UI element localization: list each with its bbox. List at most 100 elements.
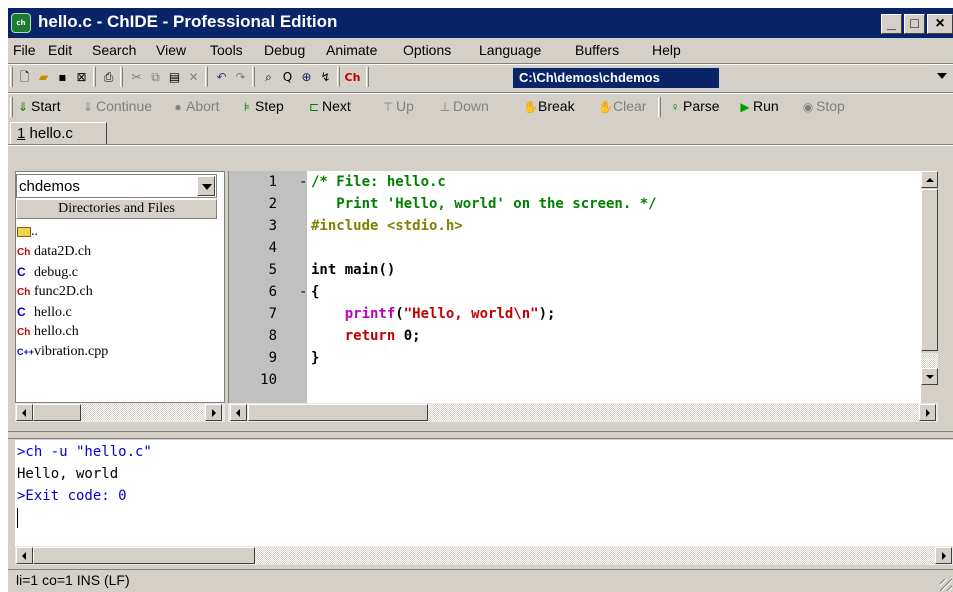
fold-marker[interactable]: - [299,171,307,193]
scroll-left-button[interactable] [16,547,33,564]
scroll-right-button[interactable] [935,547,952,564]
list-item-label: vibration.cpp [34,344,109,359]
output-hscrollbar[interactable] [15,546,953,565]
code-token: printf [344,306,396,322]
replace-icon[interactable]: ↯ [317,69,334,86]
toolbar-grip[interactable] [10,67,13,87]
list-item[interactable]: C++vibration.cpp [16,342,216,362]
list-item[interactable]: Cdebug.c [16,262,216,282]
code-editor[interactable]: 1 2 3 4 5 6 7 8 9 10 - - /* File: hello.… [228,171,938,403]
start-button[interactable]: ⇓ Start [16,98,61,114]
clear-button[interactable]: ✋Clear [598,98,646,114]
tab-hello-c[interactable]: 1 hello.c [10,122,107,146]
menu-buffers[interactable]: Buffers [575,42,619,58]
title-bar[interactable]: ch hello.c - ChIDE - Professional Editio… [8,8,953,38]
parse-button[interactable]: ♀ Parse [668,98,720,114]
step-button[interactable]: ⊧ Step [240,98,284,114]
next-button[interactable]: ⊏ Next [307,98,351,114]
editor-vscrollbar[interactable] [921,171,938,403]
menu-tools[interactable]: Tools [210,42,243,58]
fold-marker[interactable]: - [299,281,307,303]
scroll-right-button[interactable] [919,404,936,421]
status-text: li=1 co=1 INS (LF) [16,572,130,588]
toolbar-grip[interactable] [10,97,13,117]
resize-grip[interactable] [940,579,952,591]
pane-splitter[interactable] [8,431,953,439]
menu-language[interactable]: Language [479,42,541,58]
output-pane[interactable]: >ch -u "hello.c" Hello, world >Exit code… [15,440,953,546]
find-in-files-icon[interactable]: ⊕ [298,69,315,86]
menu-edit[interactable]: Edit [48,42,72,58]
chevron-down-icon[interactable] [197,176,215,196]
menu-view[interactable]: View [156,42,186,58]
close-file-icon[interactable]: ⊠ [73,69,90,86]
stop-button[interactable]: ◉ Stop [801,98,845,114]
list-item[interactable]: Ch data2D.ch [16,242,216,262]
delete-icon[interactable]: ✕ [185,69,202,86]
undo-icon[interactable]: ↶ [213,69,230,86]
list-item[interactable]: Chello.c [16,302,216,322]
scroll-right-button[interactable] [205,404,222,421]
down-icon: ⊥ [439,100,451,114]
new-file-icon[interactable]: 🗋 [16,69,33,86]
code-token: int [311,262,337,278]
up-button[interactable]: ⊤ Up [381,98,414,114]
scroll-left-button[interactable] [16,404,33,421]
break-button[interactable]: ✋Break [523,98,575,114]
scroll-thumb[interactable] [921,189,938,351]
run-button[interactable]: ▶ Run [738,98,778,114]
stop-label: Stop [816,98,845,114]
scroll-up-button[interactable] [921,171,938,188]
menu-animate[interactable]: Animate [326,42,377,58]
paste-icon[interactable]: ▤ [166,69,183,86]
directory-select[interactable]: chdemos [16,174,217,198]
continue-button[interactable]: ⇓ Continue [81,98,152,114]
cut-icon[interactable]: ✂ [128,69,145,86]
app-icon[interactable]: ch [11,13,31,33]
menu-help[interactable]: Help [652,42,681,58]
hand-icon: ✋ [598,100,613,114]
code-line-5: int main() [311,259,395,281]
menu-search[interactable]: Search [92,42,136,58]
menu-options[interactable]: Options [403,42,451,58]
list-item[interactable]: Ch hello.ch [16,322,216,342]
maximize-button[interactable]: □ [904,14,925,34]
scroll-thumb[interactable] [248,404,428,421]
code-line-7: printf("Hello, world\n"); [311,303,556,325]
menu-debug[interactable]: Debug [264,42,305,58]
find-next-icon[interactable]: Q [279,69,296,86]
down-button[interactable]: ⊥ Down [438,98,489,114]
scroll-thumb[interactable] [33,404,81,421]
scroll-down-button[interactable] [921,368,938,385]
folder-icon [17,226,31,237]
find-icon[interactable]: ⌕ [260,69,277,86]
list-item-label: func2D.ch [34,284,93,299]
ch-file-icon: Ch [17,287,31,298]
clear-label: Clear [613,98,647,114]
menu-file[interactable]: File [13,42,36,58]
chevron-down-icon[interactable] [937,73,947,79]
code-token: ; [412,328,421,344]
print-icon[interactable]: ⎙ [100,69,117,86]
open-folder-icon[interactable]: ▰ [35,69,52,86]
scroll-thumb[interactable] [33,547,255,564]
abort-button[interactable]: ● Abort [171,98,219,114]
directories-files-header: Directories and Files [16,199,217,219]
ch-shell-icon[interactable]: Ch [344,69,361,86]
redo-icon[interactable]: ↷ [232,69,249,86]
minimize-button[interactable]: _ [881,14,902,34]
save-icon[interactable]: ▪ [54,69,71,86]
arrow-right-icon [212,409,216,417]
file-browser-hscrollbar[interactable] [15,403,225,422]
copy-icon[interactable]: ⧉ [147,69,164,86]
close-button[interactable]: × [927,14,953,34]
editor-hscrollbar[interactable] [228,403,938,422]
working-directory-input[interactable]: C:\Ch\demos\chdemos [513,68,719,88]
scroll-left-button[interactable] [230,404,247,421]
list-item[interactable]: Ch func2D.ch [16,282,216,302]
list-item-parent-directory[interactable]: .. [16,222,216,242]
file-browser: chdemos Directories and Files .. Ch data2… [15,171,225,403]
up-icon: ⊤ [382,100,394,114]
